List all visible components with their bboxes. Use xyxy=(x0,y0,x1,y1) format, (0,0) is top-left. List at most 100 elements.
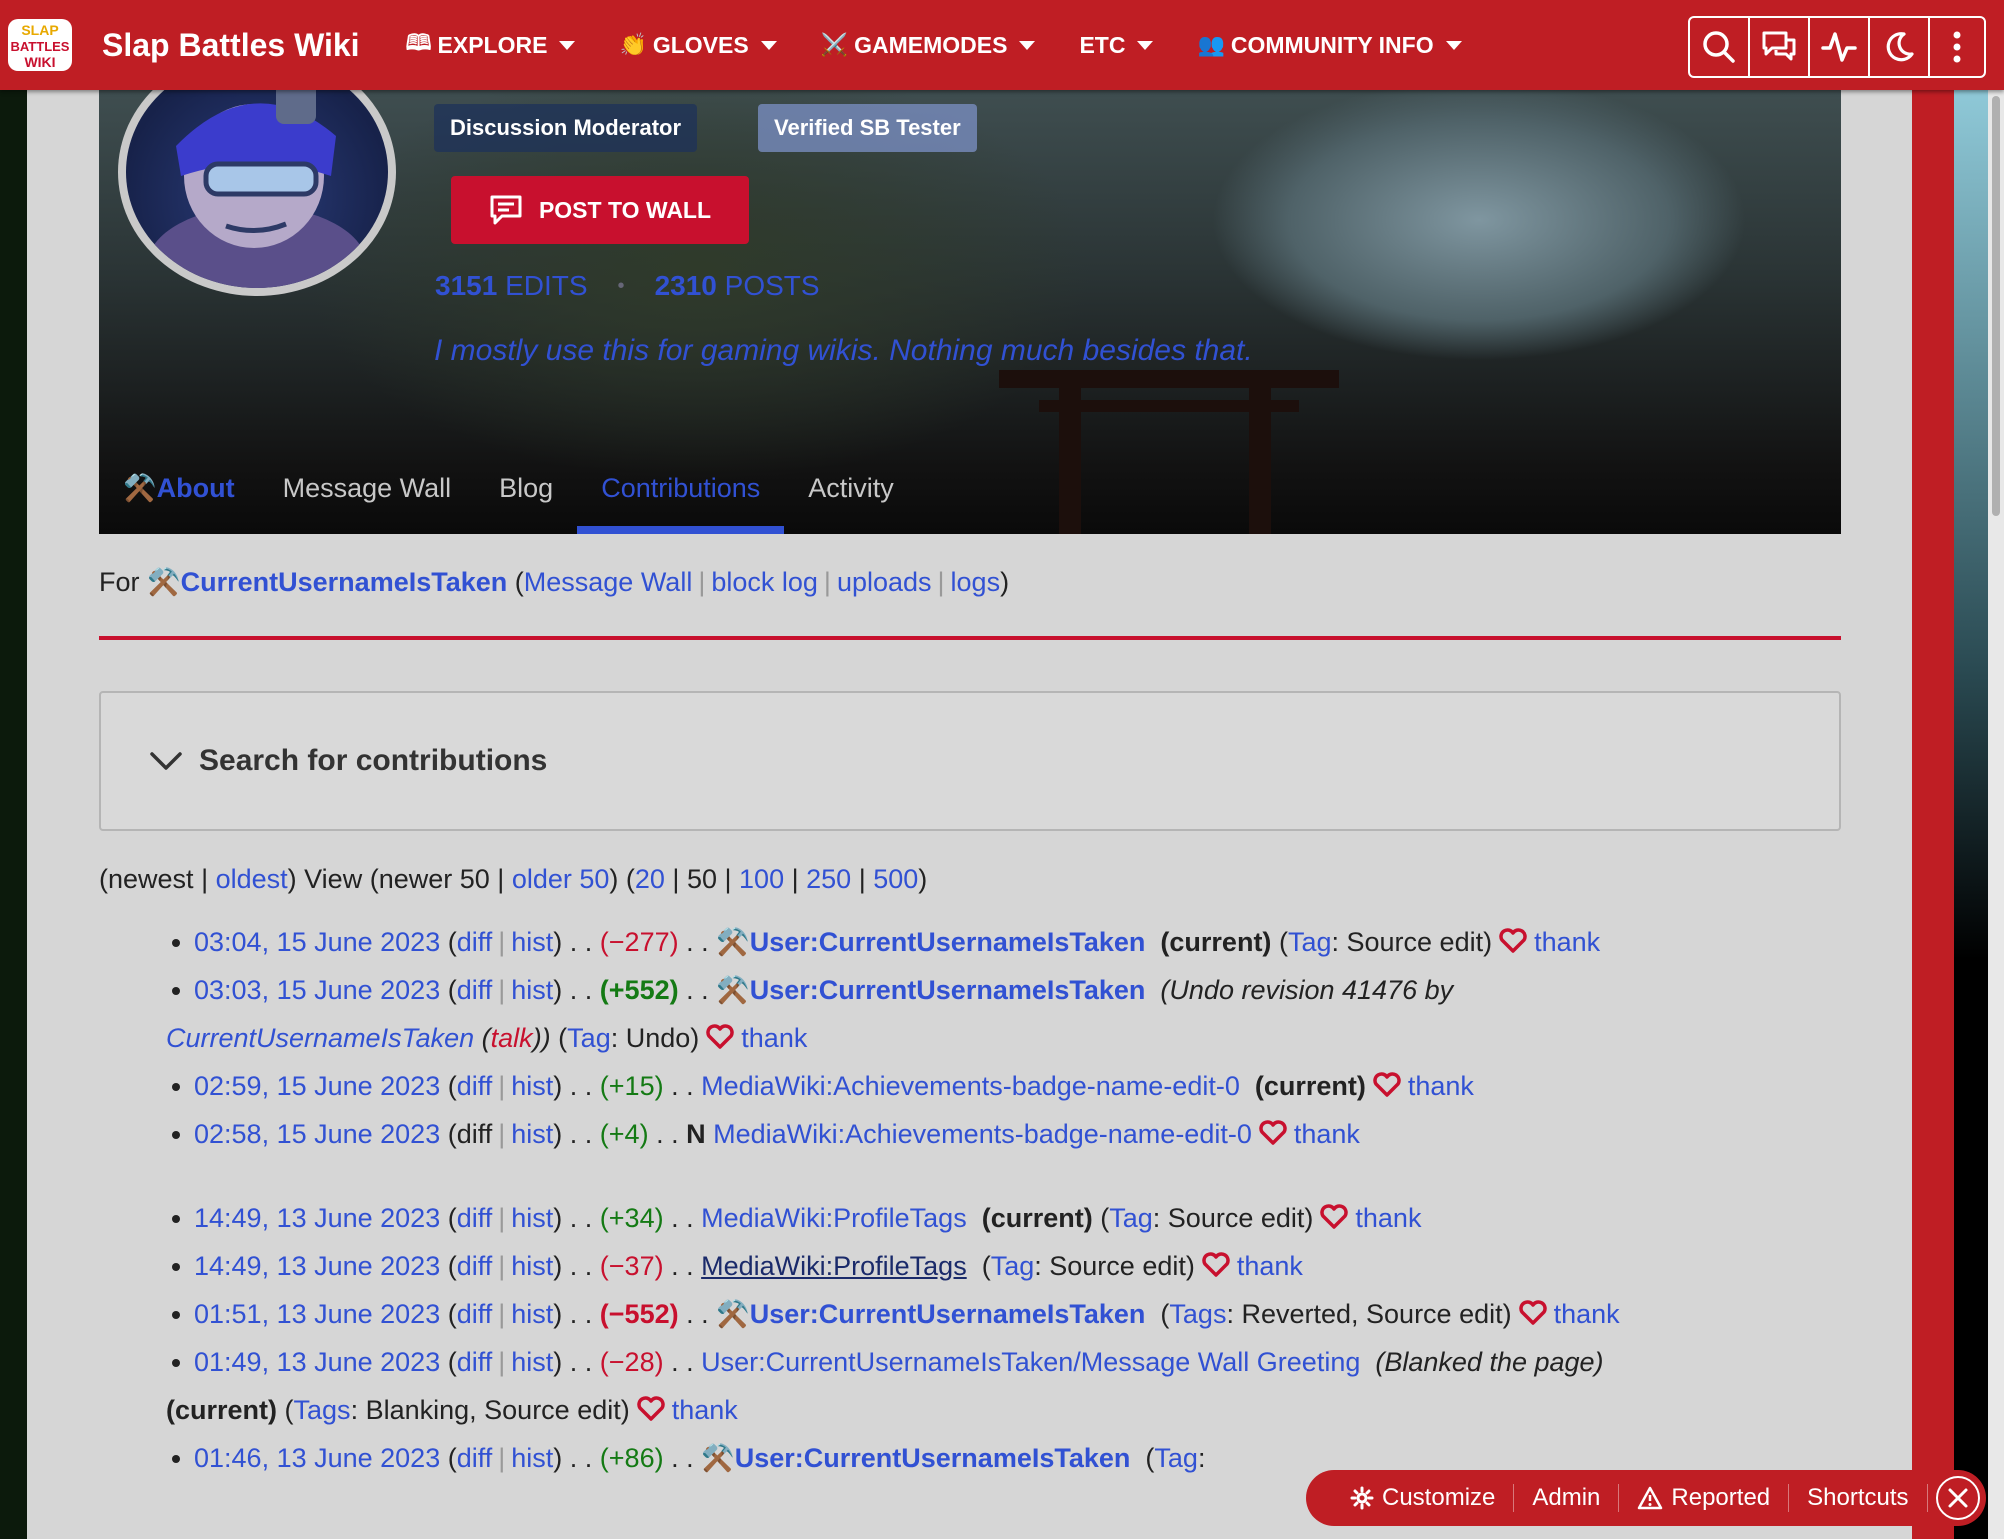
site-name[interactable]: Slap Battles Wiki xyxy=(102,27,360,64)
limit-250[interactable]: 250 xyxy=(806,864,851,894)
page-link[interactable]: User:CurrentUsernameIsTaken/Message Wall… xyxy=(701,1347,1360,1377)
header-tools xyxy=(1688,16,1986,78)
diff-link[interactable]: diff xyxy=(457,1347,493,1377)
username-link[interactable]: CurrentUsernameIsTaken xyxy=(181,567,508,597)
hist-link[interactable]: hist xyxy=(511,1119,553,1149)
hist-link[interactable]: hist xyxy=(511,1203,553,1233)
revision-time-link[interactable]: 01:51, 13 June 2023 xyxy=(194,1299,440,1329)
search-button[interactable] xyxy=(1690,18,1750,76)
limit-100[interactable]: 100 xyxy=(739,864,784,894)
revision-time-link[interactable]: 03:03, 15 June 2023 xyxy=(194,975,440,1005)
page-link[interactable]: MediaWiki:Achievements-badge-name-edit-0 xyxy=(713,1119,1252,1149)
tab-about[interactable]: ⚒️About xyxy=(99,472,259,534)
summary-user-link[interactable]: CurrentUsernameIsTaken xyxy=(166,1023,474,1053)
diff-link[interactable]: diff xyxy=(457,1203,493,1233)
tag-link[interactable]: Tag xyxy=(1109,1203,1153,1233)
nav-community-info[interactable]: 👥 COMMUNITY INFO xyxy=(1197,31,1462,59)
tab-contributions[interactable]: Contributions xyxy=(577,473,785,534)
older-link[interactable]: older 50 xyxy=(512,864,610,894)
scrollbar-thumb[interactable] xyxy=(1992,96,2000,516)
block-log-link[interactable]: block log xyxy=(711,567,818,597)
page-link[interactable]: User:CurrentUsernameIsTaken xyxy=(750,975,1146,1005)
hist-link[interactable]: hist xyxy=(511,975,553,1005)
message-wall-link[interactable]: Message Wall xyxy=(524,567,693,597)
revision-time-link[interactable]: 03:04, 15 June 2023 xyxy=(194,927,440,957)
book-icon: 🕮 xyxy=(405,30,432,55)
diff-link[interactable]: diff xyxy=(457,1299,493,1329)
shortcuts-button[interactable]: Shortcuts xyxy=(1789,1484,1928,1512)
close-toolbar-button[interactable] xyxy=(1936,1476,1980,1520)
chevron-down-icon xyxy=(760,40,777,50)
tab-blog[interactable]: Blog xyxy=(475,473,577,534)
hist-link[interactable]: hist xyxy=(511,927,553,957)
diff-link[interactable]: diff xyxy=(457,1443,493,1473)
thank-link[interactable]: thank xyxy=(1534,927,1600,957)
page-link[interactable]: MediaWiki:Achievements-badge-name-edit-0 xyxy=(701,1071,1240,1101)
page-link[interactable]: User:CurrentUsernameIsTaken xyxy=(750,1299,1146,1329)
nav-explore[interactable]: 🕮 EXPLORE xyxy=(406,26,576,64)
page-link[interactable]: User:CurrentUsernameIsTaken xyxy=(750,927,1146,957)
site-logo[interactable]: SLAP BATTLES WIKI xyxy=(2,7,78,83)
diff-link[interactable]: diff xyxy=(457,975,493,1005)
posts-count[interactable]: 2310 xyxy=(655,270,717,302)
nav-gloves[interactable]: 👏 GLOVES xyxy=(619,32,777,59)
tag-link[interactable]: Tag xyxy=(1288,927,1332,957)
hist-link[interactable]: hist xyxy=(511,1443,553,1473)
hist-link[interactable]: hist xyxy=(511,1299,553,1329)
page-link[interactable]: MediaWiki:ProfileTags xyxy=(701,1203,967,1233)
more-options-button[interactable] xyxy=(1930,18,1984,76)
summary-talk-link[interactable]: talk xyxy=(491,1023,533,1053)
diff-link[interactable]: diff xyxy=(457,1251,493,1281)
thank-link[interactable]: thank xyxy=(1237,1251,1303,1281)
revision-time-link[interactable]: 02:59, 15 June 2023 xyxy=(194,1071,440,1101)
page-link[interactable]: MediaWiki:ProfileTags xyxy=(701,1251,967,1281)
revision-time-link[interactable]: 14:49, 13 June 2023 xyxy=(194,1251,440,1281)
tag-link[interactable]: Tags xyxy=(294,1395,351,1425)
nav-gamemodes[interactable]: ⚔️ GAMEMODES xyxy=(821,32,1036,59)
edits-count[interactable]: 3151 xyxy=(435,270,497,302)
tab-message-wall[interactable]: Message Wall xyxy=(259,473,476,534)
edits-label[interactable]: EDITS xyxy=(505,270,587,302)
tag-link[interactable]: Tags xyxy=(1169,1299,1226,1329)
theme-toggle-button[interactable] xyxy=(1870,18,1930,76)
oldest-link[interactable]: oldest xyxy=(216,864,288,894)
customize-button[interactable]: Customize xyxy=(1332,1484,1515,1512)
limit-20[interactable]: 20 xyxy=(635,864,665,894)
uploads-link[interactable]: uploads xyxy=(837,567,932,597)
recent-activity-button[interactable] xyxy=(1810,18,1870,76)
thank-link[interactable]: thank xyxy=(1355,1203,1421,1233)
hist-link[interactable]: hist xyxy=(511,1251,553,1281)
post-to-wall-button[interactable]: POST TO WALL xyxy=(451,176,749,244)
revision-time-link[interactable]: 01:49, 13 June 2023 xyxy=(194,1347,440,1377)
tab-activity[interactable]: Activity xyxy=(784,473,918,534)
reported-button[interactable]: Reported xyxy=(1619,1484,1790,1512)
tag-link[interactable]: Tag xyxy=(1154,1443,1198,1473)
nav-community-label: COMMUNITY INFO xyxy=(1230,31,1434,58)
search-contributions-panel[interactable]: Search for contributions xyxy=(99,691,1841,831)
current-flag: (current) xyxy=(166,1395,278,1425)
discussions-button[interactable] xyxy=(1750,18,1810,76)
nav-etc[interactable]: ETC xyxy=(1079,32,1154,59)
page-link[interactable]: User:CurrentUsernameIsTaken xyxy=(735,1443,1131,1473)
admin-button[interactable]: Admin xyxy=(1514,1484,1620,1512)
diff-link[interactable]: diff xyxy=(457,927,493,957)
thank-link[interactable]: thank xyxy=(1408,1071,1474,1101)
hammer-icon: ⚒️ xyxy=(716,1299,750,1329)
tag-link[interactable]: Tag xyxy=(567,1023,611,1053)
hist-link[interactable]: hist xyxy=(511,1071,553,1101)
tag-link[interactable]: Tag xyxy=(991,1251,1035,1281)
thank-link[interactable]: thank xyxy=(1554,1299,1620,1329)
hist-link[interactable]: hist xyxy=(511,1347,553,1377)
revision-time-link[interactable]: 14:49, 13 June 2023 xyxy=(194,1203,440,1233)
list-item: 02:58, 15 June 2023 (diff | hist) . . (+4)… xyxy=(172,1110,1894,1158)
thank-link[interactable]: thank xyxy=(741,1023,807,1053)
logs-link[interactable]: logs xyxy=(951,567,1001,597)
new-page-flag: N xyxy=(686,1119,706,1149)
revision-time-link[interactable]: 02:58, 15 June 2023 xyxy=(194,1119,440,1149)
limit-500[interactable]: 500 xyxy=(873,864,918,894)
thank-link[interactable]: thank xyxy=(672,1395,738,1425)
diff-link[interactable]: diff xyxy=(457,1071,493,1101)
revision-time-link[interactable]: 01:46, 13 June 2023 xyxy=(194,1443,440,1473)
thank-link[interactable]: thank xyxy=(1294,1119,1360,1149)
posts-label[interactable]: POSTS xyxy=(725,270,820,302)
